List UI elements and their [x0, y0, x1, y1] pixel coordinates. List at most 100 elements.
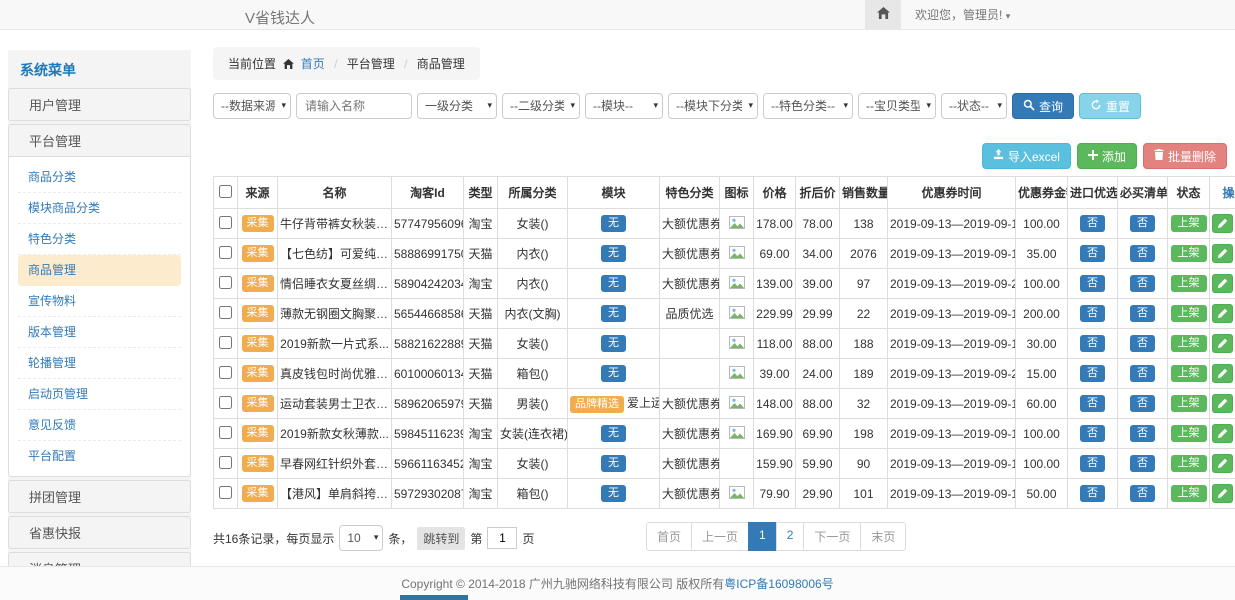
row-checkbox[interactable]	[219, 216, 232, 229]
status-button[interactable]: 上架	[1171, 215, 1207, 232]
per-page-select[interactable]: 10	[339, 525, 383, 551]
must-buy-toggle[interactable]: 否	[1130, 275, 1155, 292]
import-select-toggle[interactable]: 否	[1080, 275, 1105, 292]
sidebar-item[interactable]: 商品管理	[18, 255, 181, 286]
edit-button[interactable]	[1212, 454, 1233, 473]
must-buy-toggle[interactable]: 否	[1130, 455, 1155, 472]
sidebar-item[interactable]: 版本管理	[18, 317, 181, 348]
pager-button[interactable]: 下一页	[803, 522, 861, 551]
status-button[interactable]: 上架	[1171, 275, 1207, 292]
scrollbar-thumb[interactable]	[400, 595, 468, 600]
home-button[interactable]	[865, 0, 901, 29]
status-button[interactable]: 上架	[1171, 335, 1207, 352]
import-select-toggle[interactable]: 否	[1080, 215, 1105, 232]
edit-button[interactable]	[1212, 274, 1233, 293]
must-buy-toggle[interactable]: 否	[1130, 485, 1155, 502]
product-image-icon[interactable]	[729, 218, 745, 232]
must-buy-toggle[interactable]: 否	[1130, 425, 1155, 442]
pager-button[interactable]: 2	[776, 522, 805, 551]
row-checkbox[interactable]	[219, 276, 232, 289]
sidebar-group-toggle[interactable]: 拼团管理	[9, 481, 190, 512]
edit-button[interactable]	[1212, 304, 1233, 323]
data-source-select[interactable]: --数据来源--	[213, 93, 291, 119]
import-select-toggle[interactable]: 否	[1080, 245, 1105, 262]
product-image-icon[interactable]	[729, 428, 745, 442]
batch-delete-button[interactable]: 批量删除	[1143, 143, 1227, 169]
import-select-toggle[interactable]: 否	[1080, 335, 1105, 352]
sidebar-item[interactable]: 商品分类	[18, 162, 181, 193]
sidebar-item[interactable]: 启动页管理	[18, 379, 181, 410]
edit-button[interactable]	[1212, 484, 1233, 503]
sidebar-item[interactable]: 特色分类	[18, 224, 181, 255]
sidebar-group-toggle[interactable]: 用户管理	[9, 89, 190, 120]
product-image-icon[interactable]	[729, 278, 745, 292]
sidebar-item[interactable]: 意见反馈	[18, 410, 181, 441]
jump-to-button[interactable]: 跳转到	[417, 527, 465, 550]
must-buy-toggle[interactable]: 否	[1130, 395, 1155, 412]
product-image-icon[interactable]	[729, 308, 745, 322]
import-select-toggle[interactable]: 否	[1080, 425, 1105, 442]
edit-button[interactable]	[1212, 424, 1233, 443]
select-all-checkbox[interactable]	[219, 185, 232, 198]
sidebar-group-toggle[interactable]: 平台管理	[9, 125, 190, 156]
icp-link[interactable]: 粤ICP备16098006号	[724, 575, 833, 592]
item-type-select[interactable]: --宝贝类型--	[858, 93, 936, 119]
must-buy-toggle[interactable]: 否	[1130, 335, 1155, 352]
sidebar-group-toggle[interactable]: 省惠快报	[9, 517, 190, 548]
product-image-icon[interactable]	[729, 398, 745, 412]
row-checkbox[interactable]	[219, 486, 232, 499]
add-button[interactable]: 添加	[1077, 143, 1137, 169]
row-checkbox[interactable]	[219, 306, 232, 319]
level1-category-select[interactable]: 一级分类	[417, 93, 497, 119]
edit-button[interactable]	[1212, 364, 1233, 383]
product-image-icon[interactable]	[729, 368, 745, 382]
must-buy-toggle[interactable]: 否	[1130, 215, 1155, 232]
import-select-toggle[interactable]: 否	[1080, 485, 1105, 502]
product-image-icon[interactable]	[729, 248, 745, 262]
sidebar-item[interactable]: 轮播管理	[18, 348, 181, 379]
reset-button[interactable]: 重置	[1079, 93, 1141, 119]
pager-button[interactable]: 首页	[646, 522, 692, 551]
user-menu[interactable]: 欢迎您，管理员! ▾	[915, 6, 1010, 23]
row-checkbox[interactable]	[219, 456, 232, 469]
edit-button[interactable]	[1212, 394, 1233, 413]
row-checkbox[interactable]	[219, 396, 232, 409]
import-select-toggle[interactable]: 否	[1080, 365, 1105, 382]
page-number-input[interactable]	[487, 527, 517, 549]
search-button[interactable]: 查询	[1012, 93, 1074, 119]
import-select-toggle[interactable]: 否	[1080, 305, 1105, 322]
level2-category-select[interactable]: --二级分类--	[502, 93, 580, 119]
status-button[interactable]: 上架	[1171, 455, 1207, 472]
status-button[interactable]: 上架	[1171, 245, 1207, 262]
sidebar-item[interactable]: 模块商品分类	[18, 193, 181, 224]
must-buy-toggle[interactable]: 否	[1130, 245, 1155, 262]
import-excel-button[interactable]: 导入excel	[982, 143, 1071, 169]
name-search-input[interactable]	[296, 93, 412, 119]
pager-button[interactable]: 上一页	[691, 522, 749, 551]
feature-category-select[interactable]: --特色分类--	[763, 93, 853, 119]
module-sub-category-select[interactable]: --模块下分类--	[668, 93, 758, 119]
row-checkbox[interactable]	[219, 336, 232, 349]
status-button[interactable]: 上架	[1171, 425, 1207, 442]
row-checkbox[interactable]	[219, 246, 232, 259]
pager-button[interactable]: 末页	[860, 522, 906, 551]
import-select-toggle[interactable]: 否	[1080, 395, 1105, 412]
status-select[interactable]: --状态--	[941, 93, 1007, 119]
sidebar-item[interactable]: 宣传物料	[18, 286, 181, 317]
status-button[interactable]: 上架	[1171, 485, 1207, 502]
sidebar-item[interactable]: 平台配置	[18, 441, 181, 471]
breadcrumb-home-link[interactable]: 首页	[301, 57, 325, 71]
status-button[interactable]: 上架	[1171, 365, 1207, 382]
product-image-icon[interactable]	[729, 488, 745, 502]
status-button[interactable]: 上架	[1171, 395, 1207, 412]
import-select-toggle[interactable]: 否	[1080, 455, 1105, 472]
edit-button[interactable]	[1212, 214, 1233, 233]
edit-button[interactable]	[1212, 334, 1233, 353]
module-select[interactable]: --模块--	[585, 93, 663, 119]
row-checkbox[interactable]	[219, 426, 232, 439]
must-buy-toggle[interactable]: 否	[1130, 365, 1155, 382]
row-checkbox[interactable]	[219, 366, 232, 379]
pager-button[interactable]: 1	[748, 522, 777, 551]
must-buy-toggle[interactable]: 否	[1130, 305, 1155, 322]
edit-button[interactable]	[1212, 244, 1233, 263]
